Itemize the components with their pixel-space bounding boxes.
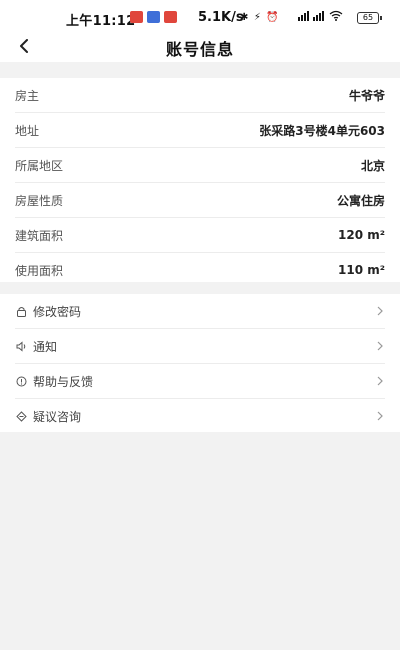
menu-item-label: 疑议咨询 [33, 409, 82, 424]
notification-badges [130, 11, 177, 23]
menu-item-change-password[interactable]: 修改密码 [15, 294, 385, 329]
info-row-building-area: 建筑面积 120 m² [15, 218, 385, 253]
app-badge-icon [147, 11, 160, 23]
menu-item-label: 修改密码 [33, 304, 82, 319]
info-value: 110 m² [338, 263, 385, 277]
settings-menu: 修改密码 通知 帮助与反馈 疑议咨询 [0, 294, 400, 432]
info-value: 120 m² [338, 228, 385, 242]
speaker-icon [15, 340, 27, 352]
page-title: 账号信息 [165, 40, 234, 59]
chevron-right-icon [375, 340, 385, 352]
signal-icons: ✱ ⚡ ⏰ [240, 10, 350, 25]
info-label: 地址 [15, 123, 40, 138]
network-speed: 5.1K/s [198, 10, 244, 25]
info-value: 北京 [360, 158, 385, 173]
app-header: 账号信息 [0, 32, 400, 62]
message-badge-icon [130, 11, 143, 23]
info-label: 所属地区 [15, 158, 64, 173]
help-icon [15, 375, 27, 387]
info-row-region: 所属地区 北京 [15, 148, 385, 183]
menu-item-notifications[interactable]: 通知 [15, 329, 385, 364]
chevron-right-icon [375, 410, 385, 422]
battery-icon: 65 [357, 12, 382, 24]
info-value: 牛爷爷 [348, 88, 385, 103]
chevron-right-icon [375, 305, 385, 317]
info-row-owner: 房主 牛爷爷 [15, 78, 385, 113]
svg-text:✱ ⚡ ⏰: ✱ ⚡ ⏰ [240, 10, 280, 22]
info-row-usable-area: 使用面积 110 m² [15, 253, 385, 287]
lock-icon [15, 305, 27, 317]
info-value: 张采路3号楼4单元603 [259, 123, 385, 138]
info-row-address: 地址 张采路3号楼4单元603 [15, 113, 385, 148]
info-label: 房屋性质 [15, 193, 64, 208]
inquiry-icon [15, 410, 27, 422]
info-row-property-type: 房屋性质 公寓住房 [15, 183, 385, 218]
menu-item-inquiry[interactable]: 疑议咨询 [15, 399, 385, 433]
info-label: 建筑面积 [15, 228, 64, 243]
info-value: 公寓住房 [336, 193, 385, 208]
menu-item-label: 通知 [33, 339, 58, 354]
info-label: 使用面积 [15, 263, 64, 278]
info-label: 房主 [15, 88, 40, 103]
alert-badge-icon [164, 11, 177, 23]
status-bar: 上午11:12 5.1K/s ✱ ⚡ ⏰ 65 [0, 0, 400, 32]
status-time: 上午11:12 [66, 14, 136, 29]
account-info-card: 房主 牛爷爷 地址 张采路3号楼4单元603 所属地区 北京 房屋性质 公寓住房… [0, 78, 400, 282]
status-icons-icon: ✱ ⚡ ⏰ [240, 10, 343, 23]
menu-item-help-feedback[interactable]: 帮助与反馈 [15, 364, 385, 399]
menu-item-label: 帮助与反馈 [33, 374, 94, 389]
chevron-right-icon [375, 375, 385, 387]
